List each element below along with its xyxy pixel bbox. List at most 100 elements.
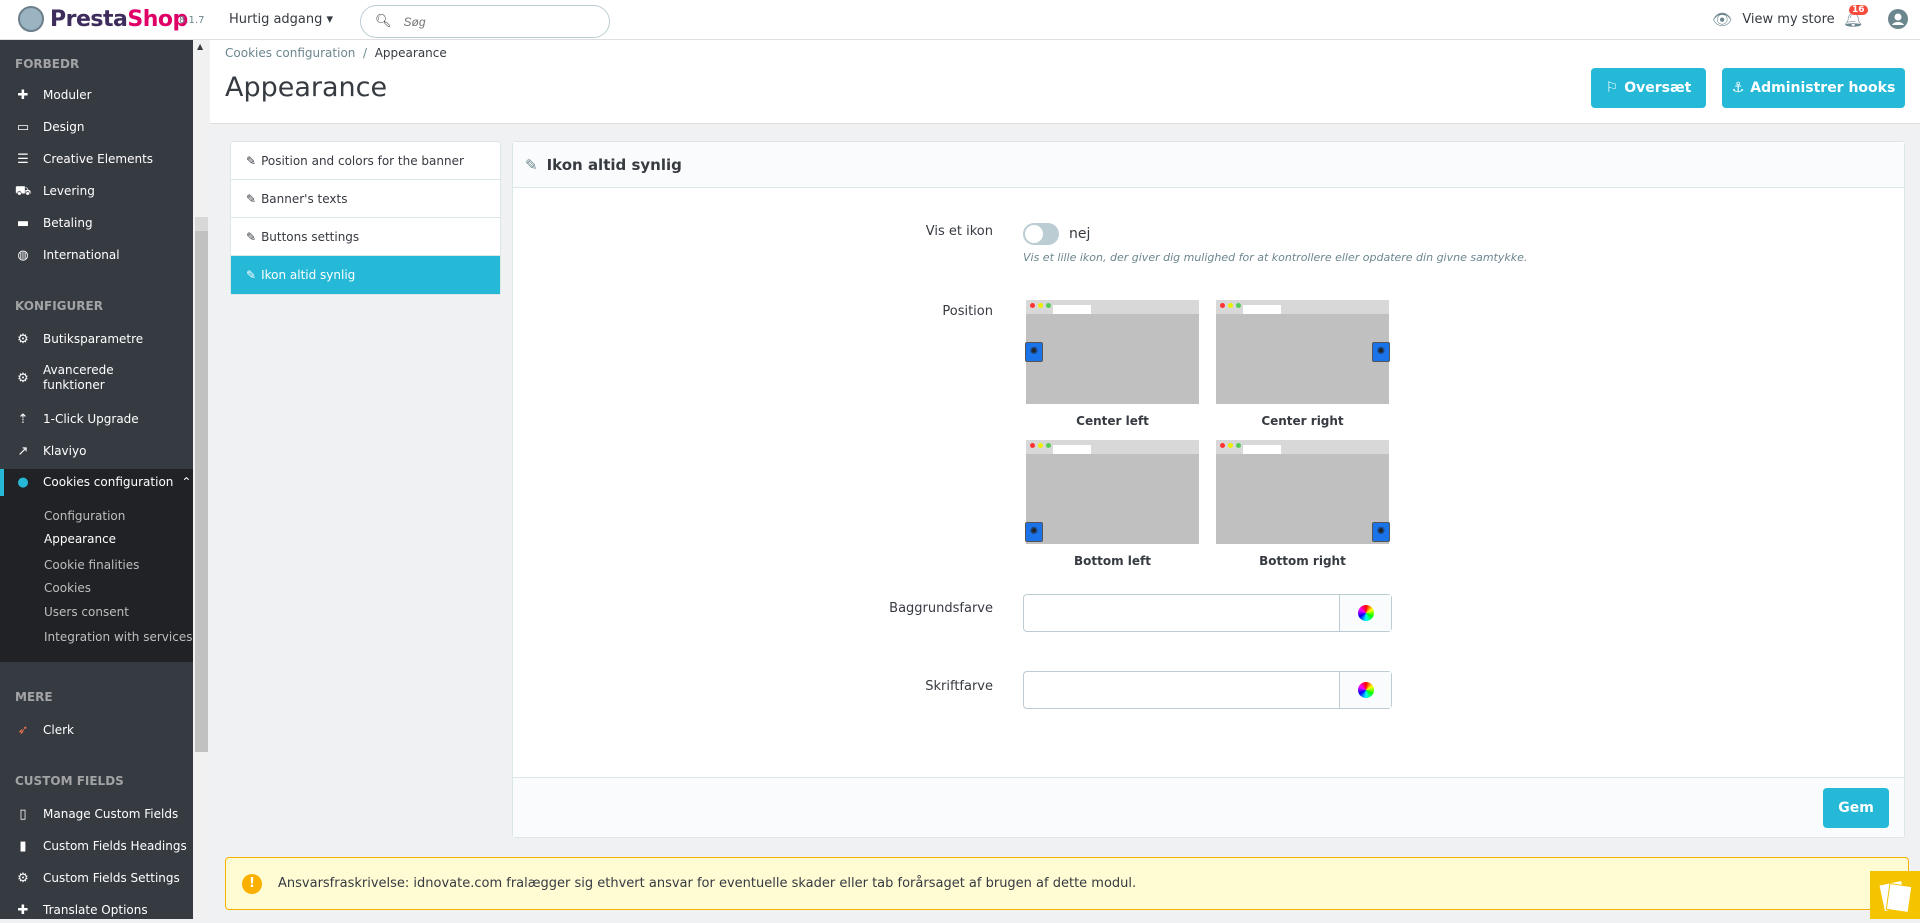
color-picker-button[interactable] — [1339, 595, 1391, 631]
tab-banner-texts[interactable]: ✎ Banner's texts — [231, 180, 500, 218]
position-option-bottom-right[interactable]: ✺ — [1216, 440, 1390, 544]
sidebar-item-avancerede-funktioner[interactable]: ⚙ Avancerede funktioner — [0, 361, 193, 395]
show-icon-label: Vis et ikon — [925, 224, 993, 239]
window-dots — [1030, 443, 1051, 448]
color-picker-button[interactable] — [1339, 672, 1391, 708]
sidebar-item-label: 1-Click Upgrade — [43, 411, 139, 426]
sidebar-item-label: Cookie finalities — [44, 557, 140, 572]
translate-button[interactable]: ⚐ Oversæt — [1591, 68, 1706, 108]
notification-count: 16 — [1849, 5, 1868, 15]
show-icon-help: Vis et lille ikon, der giver dig mulighe… — [1023, 251, 1528, 264]
settings-panel: ✎ Ikon altid synlig Gem — [512, 141, 1905, 838]
bg-color-field — [1023, 594, 1392, 632]
sidebar-item-cookies-configuration[interactable]: ● Cookies configuration ⌃ — [0, 472, 193, 492]
sidebar-item-configuration[interactable]: Configuration — [0, 506, 193, 526]
position-option-center-left[interactable]: ✺ — [1025, 300, 1199, 404]
sidebar-scrollbar[interactable]: ▲ — [193, 40, 210, 919]
position-option-center-right[interactable]: ✺ — [1216, 300, 1390, 404]
cookie-icon: ✺ — [1025, 342, 1043, 362]
sidebar-section-heading: MERE — [0, 687, 193, 707]
sidebar-item-label: Butiksparametre — [43, 331, 144, 346]
sidebar-section-heading: CUSTOM FIELDS — [0, 771, 193, 791]
pencil-icon: ✎ — [525, 155, 538, 174]
breadcrumb-parent[interactable]: Cookies configuration — [225, 46, 355, 60]
sidebar-item-cookies[interactable]: Cookies — [0, 578, 193, 598]
manage-hooks-button[interactable]: ⚓ Administrer hooks — [1722, 68, 1905, 108]
sidebar-item-label: Manage Custom Fields — [43, 806, 179, 821]
sidebar-item-1-click-upgrade[interactable]: ⇡ 1-Click Upgrade — [0, 409, 193, 429]
sidebar-item-label: Clerk — [43, 722, 74, 737]
tab-position-colors[interactable]: ✎ Position and colors for the banner — [231, 142, 500, 180]
sidebar-item-label: International — [43, 247, 120, 262]
search-input[interactable] — [403, 14, 584, 29]
scroll-up-icon[interactable]: ▲ — [197, 42, 203, 51]
bg-color-label: Baggrundsfarve — [889, 601, 993, 616]
sidebar-item-users-consent[interactable]: Users consent — [0, 602, 193, 622]
window-tab — [1243, 445, 1281, 454]
anchor-icon: ⚓ — [1731, 80, 1745, 96]
puffin-icon — [18, 6, 44, 32]
sidebar-item-translate-options[interactable]: ✚ Translate Options — [0, 900, 193, 920]
clipboard-icon: ▯ — [19, 806, 27, 822]
sidebar-item-label: Custom Fields Headings — [43, 838, 187, 853]
sidebar-item-label: Avancerede funktioner — [43, 363, 114, 392]
top-bar: PrestaShop 8.1.7 Hurtig adgang ▾ 🔍︎ 👁︎ Vi… — [0, 0, 1920, 40]
pencil-icon: ✎ — [246, 153, 257, 168]
view-store-link[interactable]: 👁︎ View my store — [1712, 10, 1835, 29]
sidebar-item-design[interactable]: ▭ Design — [0, 117, 193, 137]
sidebar-item-international[interactable]: ◍ International — [0, 245, 193, 265]
prestashop-logo[interactable]: PrestaShop — [18, 6, 188, 32]
sidebar-item-label: Users consent — [44, 604, 129, 619]
quick-access-label: Hurtig adgang — [229, 12, 323, 27]
sidebar-item-cookie-finalities[interactable]: Cookie finalities — [0, 555, 193, 575]
sidebar-item-betaling[interactable]: ▬ Betaling — [0, 213, 193, 233]
sidebar-item-label: MERE — [15, 689, 53, 704]
upload-icon: ⇡ — [17, 411, 29, 427]
panel-title: Ikon altid synlig — [546, 155, 682, 174]
color-wheel-icon — [1357, 605, 1374, 621]
settings-tabs: ✎ Position and colors for the banner ✎ Ban… — [230, 141, 501, 295]
chevron-up-icon[interactable]: ⌃ — [181, 475, 191, 490]
font-color-label: Skriftfarve — [925, 679, 993, 694]
sidebar-item-custom-fields-headings[interactable]: ▮ Custom Fields Headings — [0, 836, 193, 856]
cookie-icon: ✺ — [1372, 342, 1390, 362]
logo-text: Presta — [50, 6, 128, 32]
tab-buttons-settings[interactable]: ✎ Buttons settings — [231, 218, 500, 256]
show-icon-toggle[interactable] — [1023, 223, 1059, 245]
quick-access-dropdown[interactable]: Hurtig adgang ▾ — [229, 12, 333, 27]
sidebar-item-manage-custom-fields[interactable]: ▯ Manage Custom Fields — [0, 804, 193, 824]
tab-label: Ikon altid synlig — [261, 268, 356, 282]
panel-header: ✎ Ikon altid synlig — [513, 142, 1904, 188]
sidebar-item-label: Klaviyo — [43, 443, 87, 458]
sidebar: FORBEDR ✚ Moduler ▭ Design ☰ Creative Elements… — [0, 40, 193, 919]
sidebar-item-integration-with-services[interactable]: Integration with services — [0, 627, 193, 647]
sidebar-item-label: Custom Fields Settings — [43, 870, 180, 885]
sidebar-item-klaviyo[interactable]: ↗ Klaviyo — [0, 441, 193, 461]
sidebar-item-levering[interactable]: ⛟ Levering — [0, 181, 193, 201]
bg-color-input[interactable] — [1024, 595, 1339, 631]
tab-label: Position and colors for the banner — [261, 153, 464, 168]
tab-icon-always-visible[interactable]: ✎ Ikon altid synlig — [231, 256, 500, 294]
sidebar-item-creative-elements[interactable]: ☰ Creative Elements — [0, 149, 193, 169]
gear-icon: ⚙ — [17, 331, 29, 347]
sidebar-item-custom-fields-settings[interactable]: ⚙ Custom Fields Settings — [0, 868, 193, 888]
font-color-input[interactable] — [1024, 672, 1339, 708]
position-option-label: Center left — [1076, 414, 1149, 428]
show-icon-value: nej — [1069, 226, 1091, 242]
search-box[interactable]: 🔍︎ — [360, 5, 610, 38]
save-button[interactable]: Gem — [1823, 788, 1889, 828]
sidebar-item-butiksparametre[interactable]: ⚙ Butiksparametre — [0, 329, 193, 349]
scrollbar-thumb[interactable] — [195, 217, 208, 752]
user-avatar-icon[interactable] — [1888, 9, 1908, 33]
settings-box-icon: ⚙ — [17, 370, 29, 386]
sidebar-item-moduler[interactable]: ✚ Moduler — [0, 85, 193, 105]
truck-icon: ⛟ — [14, 183, 32, 199]
window-tab — [1243, 305, 1281, 314]
cookie-icon: ✺ — [1372, 522, 1390, 542]
help-widget-icon[interactable] — [1870, 871, 1920, 919]
sidebar-item-appearance[interactable]: Appearance — [0, 529, 193, 549]
sidebar-item-label: Configuration — [44, 508, 126, 523]
sidebar-item-clerk[interactable]: ➶ Clerk — [0, 720, 193, 740]
position-option-bottom-left[interactable]: ✺ — [1025, 440, 1199, 544]
tab-label: Banner's texts — [261, 191, 348, 206]
